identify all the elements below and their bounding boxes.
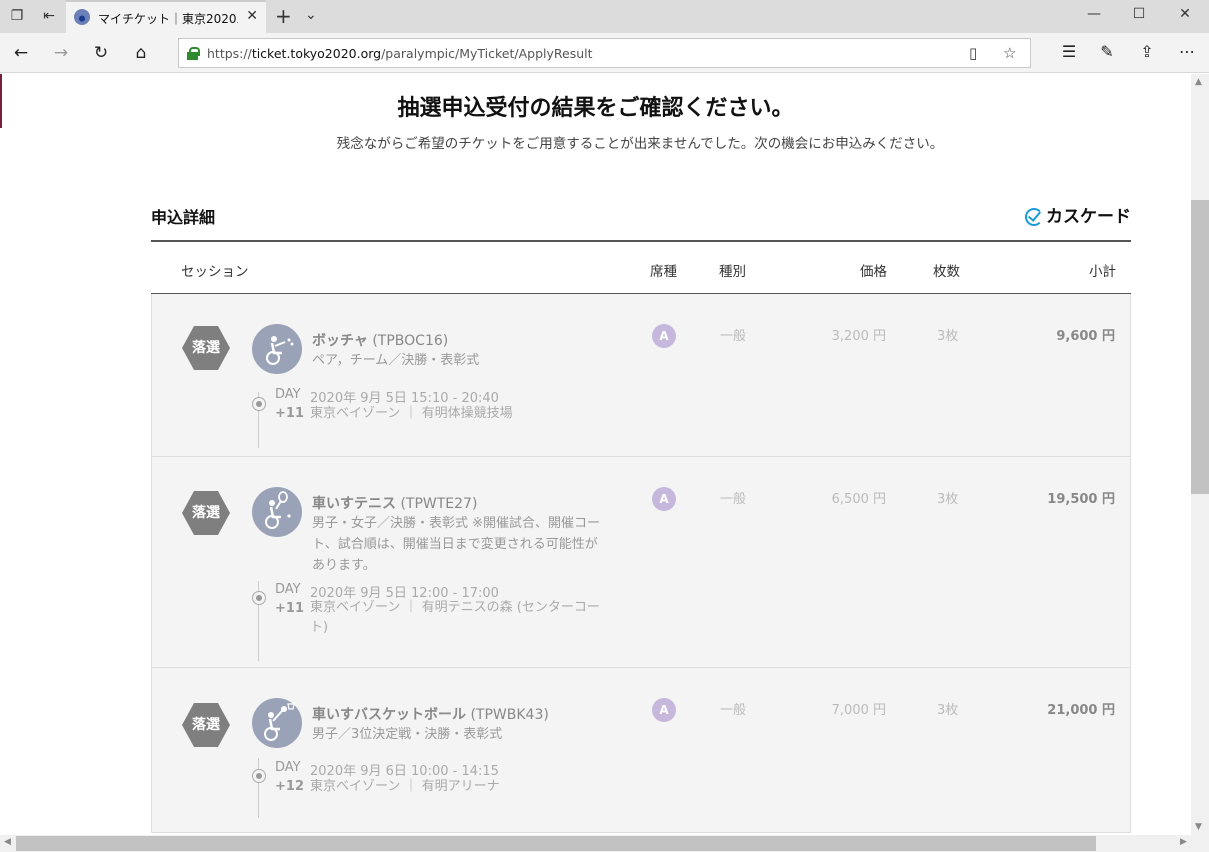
event-code: (TPWTE27) xyxy=(400,496,478,512)
horizontal-scrollbar[interactable]: ◀ ▶ xyxy=(0,835,1209,852)
scroll-down-arrow-icon[interactable]: ▼ xyxy=(1195,822,1202,832)
set-aside-tabs-icon[interactable]: ⇤ xyxy=(40,7,58,25)
ticket-qty: 3枚 xyxy=(937,703,959,718)
event-name: 車いすテニス xyxy=(312,496,396,512)
reading-view-icon[interactable]: ▯ xyxy=(969,44,977,62)
day-number: +11 xyxy=(275,406,304,421)
ticket-type: 一般 xyxy=(720,492,747,507)
lottery-lost-badge: 落選 xyxy=(182,703,230,747)
maximize-icon[interactable]: ☐ xyxy=(1127,6,1151,22)
row-subtotal: 9,600 円 xyxy=(1056,329,1115,344)
event-name: ボッチャ xyxy=(312,333,368,349)
horizontal-scroll-thumb[interactable] xyxy=(16,836,1096,851)
header-seat: 席種 xyxy=(650,264,677,280)
tab-list-chevron-down-icon[interactable]: ⌄ xyxy=(305,7,317,23)
scroll-up-arrow-icon[interactable]: ▲ xyxy=(1195,77,1202,87)
row-subtotal: 19,500 円 xyxy=(1047,492,1115,507)
day-number: +11 xyxy=(275,601,304,616)
header-type: 種別 xyxy=(719,264,746,280)
seat-class-badge: A xyxy=(652,487,676,511)
vertical-scroll-thumb[interactable] xyxy=(1191,200,1209,494)
event-venue: 東京ベイゾーン ｜ 有明アリーナ xyxy=(310,779,500,794)
url-field[interactable]: https://ticket.tokyo2020.org/paralympic/… xyxy=(178,38,1031,68)
minimize-icon[interactable]: — xyxy=(1082,6,1106,22)
tab-active[interactable]: マイチケット｜東京2020パ ✕ xyxy=(66,0,266,33)
new-tab-icon[interactable]: + xyxy=(275,4,292,28)
table-row: 落選 車いすテニス (TPWTE27) 男子・女子／決勝・表彰式 ※開催試合、開… xyxy=(151,457,1131,668)
ticket-price: 3,200 円 xyxy=(831,329,886,344)
cascade-check-icon xyxy=(1025,206,1043,226)
scroll-right-arrow-icon[interactable]: ▶ xyxy=(1180,837,1187,847)
page-viewport: 抽選申込受付の結果をご確認ください。 残念ながらご希望のチケットをご用意すること… xyxy=(0,74,1191,835)
event-venue: 東京ベイゾーン ｜ 有明テニスの森 (センターコート) xyxy=(310,600,600,635)
vertical-scrollbar[interactable]: ▲ ▼ xyxy=(1191,74,1209,835)
row-subtotal: 21,000 円 xyxy=(1047,703,1115,718)
web-note-pen-icon[interactable]: ✎ xyxy=(1095,42,1119,61)
address-bar: ← → ↻ ⌂ https://ticket.tokyo2020.org/par… xyxy=(0,33,1209,73)
lock-icon[interactable] xyxy=(187,47,200,60)
session-radio-icon xyxy=(252,591,266,605)
header-session: セッション xyxy=(181,264,249,280)
table-header: セッション 席種 種別 価格 枚数 小計 xyxy=(151,240,1131,294)
event-description: 男子・女子／決勝・表彰式 ※開催試合、開催コート、試合順は、開催当日まで変更され… xyxy=(312,516,601,573)
url-path: /paralympic/MyTicket/ApplyResult xyxy=(381,46,593,61)
favorites-list-icon[interactable]: ☰ xyxy=(1057,42,1081,61)
home-icon[interactable]: ⌂ xyxy=(130,42,152,64)
wheelchair-basketball-icon xyxy=(252,698,302,748)
page-title: 抽選申込受付の結果をご確認ください。 xyxy=(397,96,794,121)
event-name: 車いすバスケットボール xyxy=(312,707,466,723)
timeline-line xyxy=(258,758,259,818)
event-description: 男子／3位決定戦・決勝・表彰式 xyxy=(312,727,503,742)
day-label: DAY xyxy=(275,387,301,402)
seat-class-badge: A xyxy=(652,698,676,722)
header-subtotal: 小計 xyxy=(1089,264,1116,280)
ticket-price: 7,000 円 xyxy=(831,703,886,718)
tab-close-icon[interactable]: ✕ xyxy=(246,8,258,24)
table-row: 落選 車いすバスケットボール (TPWBK43) 男子／3位決定戦・決勝・表彰式… xyxy=(151,668,1131,833)
scroll-left-arrow-icon[interactable]: ◀ xyxy=(4,837,11,847)
application-table: セッション 席種 種別 価格 枚数 小計 落選 ボッチャ (TPBOC16) ペ… xyxy=(151,240,1131,833)
tokyo2020-favicon-icon xyxy=(74,9,90,25)
cascade-logo-text: カスケード xyxy=(1046,207,1131,227)
day-number: +12 xyxy=(275,779,304,794)
refresh-icon[interactable]: ↻ xyxy=(90,42,112,64)
ticket-type: 一般 xyxy=(720,703,747,718)
lottery-lost-badge: 落選 xyxy=(182,326,230,370)
result-message: 残念ながらご希望のチケットをご用意することが出来ませんでした。次の機会にお申込み… xyxy=(336,136,944,152)
day-label: DAY xyxy=(275,760,301,775)
ticket-qty: 3枚 xyxy=(937,492,959,507)
lottery-lost-badge: 落選 xyxy=(182,491,230,535)
favorite-star-icon[interactable]: ☆ xyxy=(1003,44,1016,62)
tab-title: マイチケット｜東京2020パ xyxy=(98,12,238,26)
event-code: (TPWBK43) xyxy=(470,707,549,723)
session-radio-icon xyxy=(252,769,266,783)
day-label: DAY xyxy=(275,582,301,597)
wheelchair-tennis-icon xyxy=(252,487,302,537)
ticket-type: 一般 xyxy=(720,329,747,344)
header-qty: 枚数 xyxy=(933,264,960,280)
table-row: 落選 ボッチャ (TPBOC16) ペア，チーム／決勝・表彰式 DAY +11 … xyxy=(151,294,1131,457)
cascade-logo: カスケード xyxy=(1025,202,1131,227)
url-prefix: https:// xyxy=(207,46,252,61)
title-bar: ❐ ⇤ マイチケット｜東京2020パ ✕ + ⌄ — ☐ ✕ xyxy=(0,0,1209,33)
section-title: 申込詳細 xyxy=(151,208,216,227)
event-code: (TPBOC16) xyxy=(372,333,449,349)
boccia-icon xyxy=(252,324,302,374)
event-venue: 東京ベイゾーン ｜ 有明体操競技場 xyxy=(310,406,513,421)
tab-actions-icon[interactable]: ❐ xyxy=(8,7,26,25)
forward-arrow-icon[interactable]: → xyxy=(50,42,72,64)
seat-class-badge: A xyxy=(652,324,676,348)
back-arrow-icon[interactable]: ← xyxy=(10,42,32,64)
ticket-qty: 3枚 xyxy=(937,329,959,344)
share-icon[interactable]: ⇪ xyxy=(1135,42,1159,61)
session-radio-icon xyxy=(252,397,266,411)
close-window-icon[interactable]: ✕ xyxy=(1173,6,1197,22)
url-host: ticket.tokyo2020.org xyxy=(251,46,382,61)
ticket-price: 6,500 円 xyxy=(831,492,886,507)
event-description: ペア，チーム／決勝・表彰式 xyxy=(312,353,480,368)
more-menu-icon[interactable]: ⋯ xyxy=(1175,42,1199,61)
header-price: 価格 xyxy=(860,264,887,280)
